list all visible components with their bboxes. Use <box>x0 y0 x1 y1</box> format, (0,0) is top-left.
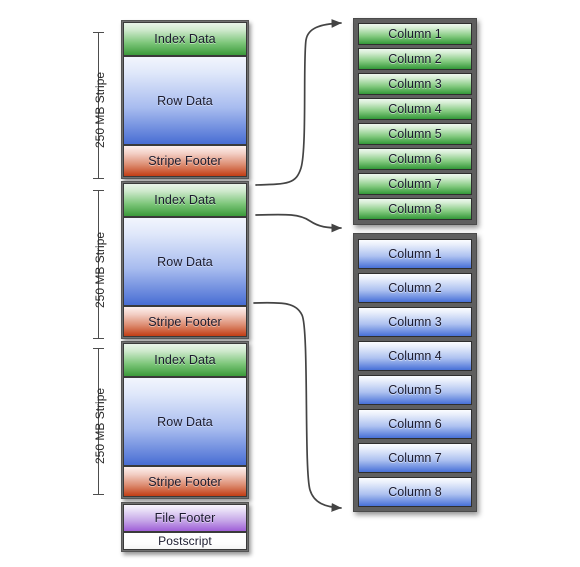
index-column-8[interactable]: Column 8 <box>358 198 472 220</box>
column-label: Column 1 <box>388 27 442 41</box>
bracket-cap-bottom <box>93 338 104 339</box>
row-column-6[interactable]: Column 6 <box>358 409 472 439</box>
index-column-2[interactable]: Column 2 <box>358 48 472 70</box>
connector-row-down <box>253 301 342 512</box>
section-label: Index Data <box>154 32 216 46</box>
column-label: Column 1 <box>388 247 442 261</box>
index-column-6[interactable]: Column 6 <box>358 148 472 170</box>
stripe-2-stripe-footer[interactable]: Stripe Footer <box>123 306 247 337</box>
column-label: Column 7 <box>388 451 442 465</box>
column-label: Column 2 <box>388 52 442 66</box>
section-label: Stripe Footer <box>148 154 222 168</box>
file-footer[interactable]: File Footer <box>123 504 247 532</box>
stripe-1-row-data[interactable]: Row Data <box>123 56 247 145</box>
column-label: Column 6 <box>388 417 442 431</box>
stripe-3-stripe-footer[interactable]: Stripe Footer <box>123 466 247 497</box>
stripe-2-row-data[interactable]: Row Data <box>123 217 247 306</box>
section-label: Index Data <box>154 353 216 367</box>
section-label: File Footer <box>154 511 216 525</box>
column-label: Column 7 <box>388 177 442 191</box>
connector-index-up <box>255 19 342 186</box>
section-label: Postscript <box>158 534 212 548</box>
bracket-cap-bottom <box>93 178 104 179</box>
index-column-1[interactable]: Column 1 <box>358 23 472 45</box>
column-label: Column 4 <box>388 102 442 116</box>
row-columns-panel: Column 1 Column 2 Column 3 Column 4 Colu… <box>353 233 477 512</box>
column-label: Column 6 <box>388 152 442 166</box>
row-column-4[interactable]: Column 4 <box>358 341 472 371</box>
section-label: Row Data <box>157 254 213 269</box>
column-label: Column 2 <box>388 281 442 295</box>
section-label: Stripe Footer <box>148 314 222 329</box>
bracket-label-1: 250 MB Stripe <box>93 71 107 148</box>
row-column-8[interactable]: Column 8 <box>358 477 472 507</box>
column-label: Column 4 <box>388 349 442 363</box>
column-label: Column 3 <box>388 315 442 329</box>
stripe-1-stripe-footer[interactable]: Stripe Footer <box>123 145 247 177</box>
stripe-1-index-data[interactable]: Index Data <box>123 22 247 56</box>
section-label: Row Data <box>157 414 213 429</box>
row-column-1[interactable]: Column 1 <box>358 239 472 269</box>
bracket-cap-bottom <box>93 494 104 495</box>
index-columns-panel: Column 1 Column 2 Column 3 Column 4 Colu… <box>353 18 477 225</box>
index-column-5[interactable]: Column 5 <box>358 123 472 145</box>
section-label: Stripe Footer <box>148 474 222 489</box>
index-column-3[interactable]: Column 3 <box>358 73 472 95</box>
bracket-label-3: 250 MB Stripe <box>93 387 107 464</box>
column-label: Column 8 <box>388 485 442 499</box>
row-column-7[interactable]: Column 7 <box>358 443 472 473</box>
column-label: Column 8 <box>388 202 442 216</box>
column-label: Column 5 <box>388 383 442 397</box>
section-label: Row Data <box>157 93 213 108</box>
index-column-7[interactable]: Column 7 <box>358 173 472 195</box>
stripe-3-row-data[interactable]: Row Data <box>123 377 247 466</box>
stripe-2-index-data[interactable]: Index Data <box>123 183 247 217</box>
connector-index-across <box>255 213 342 233</box>
row-column-3[interactable]: Column 3 <box>358 307 472 337</box>
column-label: Column 3 <box>388 77 442 91</box>
bracket-label-2: 250 MB Stripe <box>93 231 107 308</box>
diagram-canvas: 250 MB Stripe 250 MB Stripe 250 MB Strip… <box>0 0 580 567</box>
column-label: Column 5 <box>388 127 442 141</box>
row-column-5[interactable]: Column 5 <box>358 375 472 405</box>
stripe-3-index-data[interactable]: Index Data <box>123 343 247 377</box>
connector-arrows <box>253 19 342 512</box>
postscript[interactable]: Postscript <box>123 532 247 550</box>
section-label: Index Data <box>154 193 216 207</box>
row-column-2[interactable]: Column 2 <box>358 273 472 303</box>
index-column-4[interactable]: Column 4 <box>358 98 472 120</box>
